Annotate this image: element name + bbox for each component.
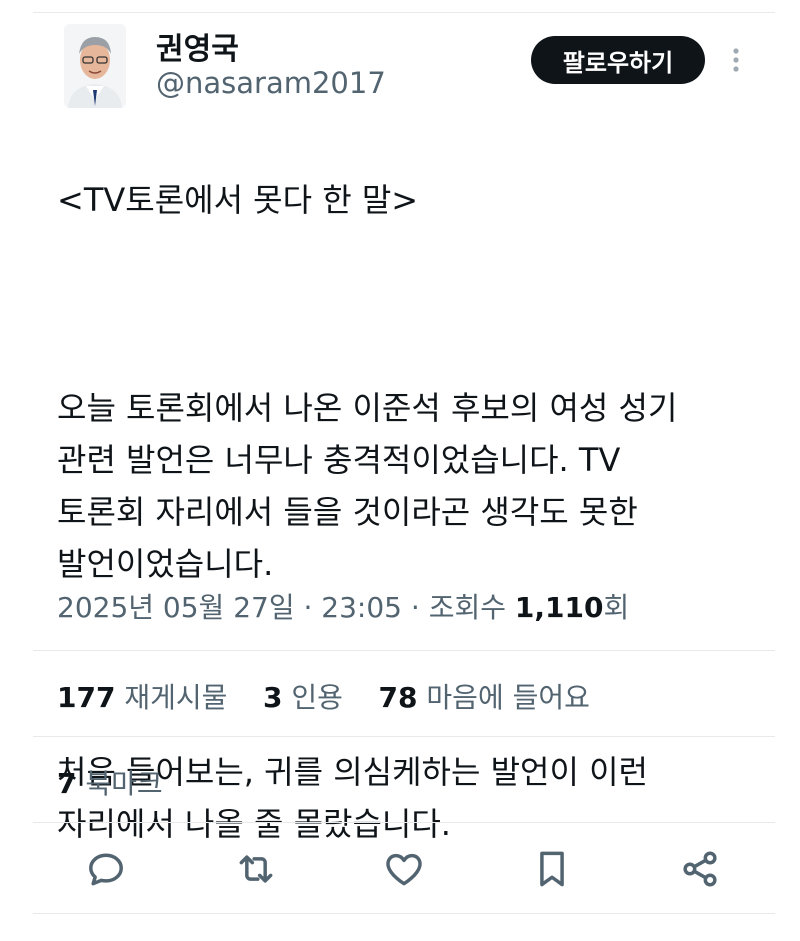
reply-button[interactable] [84, 847, 128, 891]
bookmarks-stat[interactable]: 7 북마크 [57, 762, 163, 802]
like-button[interactable] [382, 847, 426, 891]
bottom-divider [33, 913, 775, 914]
quotes-stat[interactable]: 3 인용 [263, 681, 343, 714]
tweet-paragraph: 오늘 토론회에서 나온 이준석 후보의 여성 성기 관련 발언은 너무나 충격적… [57, 389, 678, 583]
tweet-paragraph: <TV토론에서 못다 한 말> [57, 181, 419, 219]
retweet-button[interactable] [234, 847, 278, 891]
more-vertical-icon[interactable] [724, 44, 748, 76]
likes-stat[interactable]: 78 마음에 들어요 [379, 681, 590, 714]
views-suffix: 회 [603, 591, 630, 624]
user-handle[interactable]: @nasaram2017 [156, 66, 386, 100]
quotes-label: 인용 [291, 681, 343, 714]
reply-icon [89, 853, 123, 886]
bookmark-icon [540, 851, 564, 887]
divider [33, 650, 775, 651]
share-button[interactable] [678, 847, 722, 891]
avatar-photo [64, 24, 126, 108]
retweets-label: 재게시물 [124, 681, 228, 714]
timestamp[interactable]: 2025년 05월 27일 · 23:05 [57, 591, 402, 624]
divider [33, 736, 775, 737]
bookmark-button[interactable] [530, 847, 574, 891]
top-divider [33, 12, 775, 13]
retweets-count: 177 [57, 681, 116, 714]
tweet-meta: 2025년 05월 27일 · 23:05 · 조회수 1,110회 [57, 586, 629, 626]
likes-count: 78 [378, 681, 418, 714]
bookmarks-label: 북마크 [85, 767, 163, 800]
meta-separator: · [402, 591, 429, 624]
retweet-icon [239, 855, 273, 883]
bookmarks-count: 7 [57, 767, 77, 800]
display-name[interactable]: 권영국 [156, 24, 239, 68]
likes-label: 마음에 들어요 [426, 681, 590, 714]
quotes-count: 3 [263, 681, 283, 714]
share-icon [683, 851, 717, 887]
views-label: 조회수 [428, 591, 506, 624]
avatar[interactable] [64, 24, 126, 108]
tweet-stats: 177 재게시물 3 인용 78 마음에 들어요 [57, 676, 590, 716]
heart-icon [386, 853, 422, 886]
follow-button[interactable]: 팔로우하기 [531, 36, 705, 84]
views-count: 1,110 [514, 591, 604, 624]
retweets-stat[interactable]: 177 재게시물 [57, 681, 227, 714]
divider [33, 822, 775, 823]
